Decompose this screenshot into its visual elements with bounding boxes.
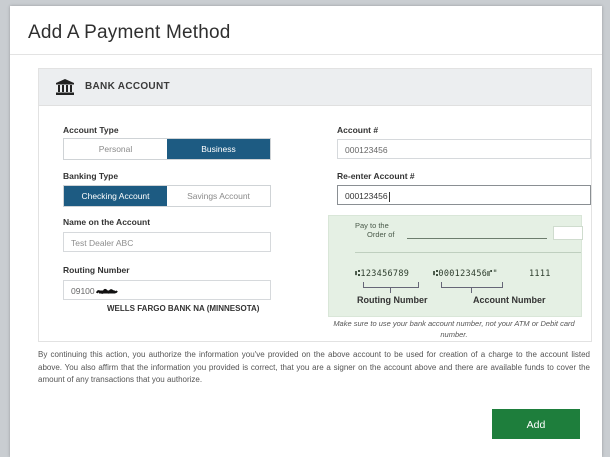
card-header: BANK ACCOUNT — [39, 69, 591, 106]
account-type-personal[interactable]: Personal — [64, 139, 167, 159]
authorization-disclaimer: By continuing this action, you authorize… — [38, 350, 590, 384]
banking-type-savings[interactable]: Savings Account — [167, 186, 270, 206]
banking-type-label: Banking Type — [63, 171, 119, 181]
check-amount-box — [553, 226, 583, 240]
account-caption: Account Number — [473, 295, 546, 305]
card-title: BANK ACCOUNT — [85, 81, 170, 92]
routing-caption: Routing Number — [357, 295, 428, 305]
reenter-account-input[interactable]: 000123456 — [337, 185, 591, 205]
name-on-account-label: Name on the Account — [63, 217, 151, 227]
check-illustration: Pay to the Order of ⑆123456789 ⑆00012345… — [328, 215, 583, 317]
check-order-of: Order of — [367, 230, 395, 239]
account-number-label: Account # — [337, 125, 379, 135]
routing-number-input[interactable]: 09100 — [63, 280, 271, 300]
check-number-micr: 1111 — [529, 269, 551, 279]
bank-icon — [56, 79, 74, 95]
routing-number-label: Routing Number — [63, 265, 130, 275]
check-account-micr: ⑆000123456⑈" — [433, 269, 498, 279]
routing-number-value: 09100 — [71, 286, 95, 296]
account-number-input[interactable]: 000123456 — [337, 139, 591, 159]
check-routing-micr: ⑆123456789 — [355, 269, 410, 279]
dialog-title: Add A Payment Method — [28, 22, 231, 43]
banking-type-toggle: Checking Account Savings Account — [63, 185, 271, 207]
text-cursor — [388, 191, 390, 202]
account-type-label: Account Type — [63, 125, 119, 135]
payment-method-dialog: Add A Payment Method BANK ACCOUNT Accoun… — [10, 6, 602, 457]
check-payee-line — [407, 238, 547, 239]
account-type-business[interactable]: Business — [167, 139, 270, 159]
account-pointer — [471, 287, 472, 293]
reenter-account-value: 000123456 — [345, 191, 388, 201]
title-divider — [10, 54, 602, 55]
banking-type-checking[interactable]: Checking Account — [64, 186, 167, 206]
routing-bracket — [363, 282, 419, 288]
add-button[interactable]: Add — [492, 409, 580, 439]
check-amount-line — [355, 252, 581, 253]
account-bracket — [441, 282, 503, 288]
routing-pointer — [390, 287, 391, 293]
redaction-scribble — [95, 288, 118, 294]
check-pay-to: Pay to the — [355, 221, 389, 230]
reenter-account-label: Re-enter Account # — [337, 171, 415, 181]
account-help-text: Make sure to use your bank account numbe… — [333, 319, 575, 339]
name-on-account-input[interactable]: Test Dealer ABC — [63, 232, 271, 252]
account-type-toggle: Personal Business — [63, 138, 271, 160]
bank-name: WELLS FARGO BANK NA (MINNESOTA) — [107, 304, 260, 313]
